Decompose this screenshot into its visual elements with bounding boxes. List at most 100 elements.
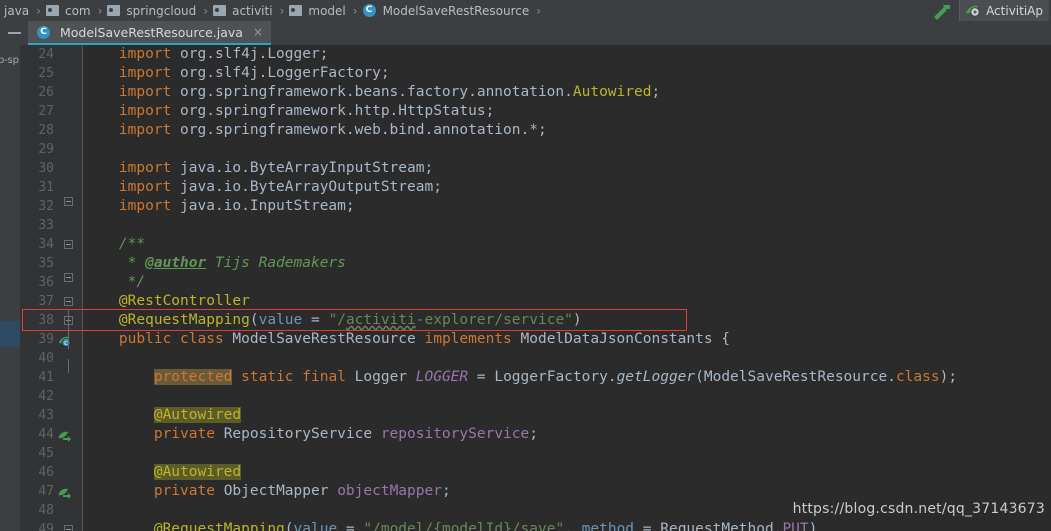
breadcrumb-label: model [308, 3, 346, 18]
folder-icon [107, 5, 121, 16]
fold-toggle-icon[interactable] [64, 297, 73, 306]
code-token: ; [651, 84, 661, 100]
code-token: ; [441, 483, 451, 499]
code-token: Tijs Rademakers [206, 255, 346, 271]
code-token: protected [153, 369, 233, 385]
breadcrumb-item-java[interactable]: java [0, 0, 33, 21]
code-token: import [118, 65, 181, 81]
folder-icon [45, 5, 59, 16]
line-number: 41 [38, 370, 54, 385]
fold-toggle-icon[interactable] [64, 197, 73, 206]
code-token: ) [572, 312, 582, 328]
code-token: = [337, 521, 364, 531]
code-line[interactable]: @RequestMapping(value = "/model/{modelId… [84, 520, 1051, 531]
code-line[interactable]: @RequestMapping(value = "/activiti-explo… [84, 311, 1051, 330]
code-text-area[interactable]: import org.slf4j.Logger; import org.slf4… [84, 45, 1051, 531]
code-line[interactable] [84, 216, 1051, 235]
code-token: ObjectMapper [223, 483, 338, 499]
code-line[interactable] [84, 349, 1051, 368]
code-line[interactable]: import org.slf4j.Logger; [84, 45, 1051, 64]
hammer-icon[interactable] [931, 2, 953, 20]
tab-label: ModelSaveRestResource.java [60, 24, 243, 40]
code-line[interactable] [84, 387, 1051, 406]
code-token: @author [145, 255, 207, 271]
line-number: 47 [38, 484, 54, 499]
code-token: org.springframework.web.bind.annotation.… [180, 122, 547, 138]
tool-window-label[interactable]: p-sp [0, 55, 22, 66]
breadcrumb-separator: › [97, 3, 103, 18]
breadcrumb-separator: › [36, 3, 41, 18]
close-icon[interactable]: × [253, 25, 263, 39]
code-token: org.springframework.http.HttpStatus; [180, 103, 495, 119]
code-line[interactable]: public class ModelSaveRestResource imple… [84, 330, 1051, 349]
code-token: @Autowired [153, 464, 242, 480]
code-line[interactable]: private RepositoryService repositoryServ… [84, 425, 1051, 444]
code-token: = [302, 312, 329, 328]
code-editor[interactable]: 24 25 26 27 28 29 30 31 32 33 34 35 36 37 38 39 C 40 41 42 4… [20, 45, 1051, 531]
code-line[interactable]: import org.slf4j.LoggerFactory; [84, 64, 1051, 83]
fold-toggle-icon[interactable] [64, 273, 73, 282]
class-override-icon[interactable]: C [58, 333, 71, 347]
code-token: value [258, 312, 303, 328]
code-line[interactable] [84, 140, 1051, 159]
code-token: import [118, 122, 181, 138]
code-line[interactable]: import java.io.ByteArrayInputStream; [84, 159, 1051, 178]
tab-modelsaverestresource-java[interactable]: C ModelSaveRestResource.java × [28, 21, 271, 45]
line-number: 49 [38, 522, 54, 531]
code-token: ) [808, 521, 818, 531]
breadcrumb-item-activiti[interactable]: activiti [211, 0, 276, 21]
line-number: 25 [38, 66, 54, 81]
run-configuration-selector[interactable]: ActivitiAp [959, 0, 1049, 21]
line-number: 43 [38, 408, 54, 423]
code-token: java.io.ByteArrayInputStream; [180, 160, 434, 176]
code-line[interactable]: /** [84, 235, 1051, 254]
code-line[interactable]: @Autowired [84, 406, 1051, 425]
breadcrumb-navbar: java › com › springcloud › activiti › mo… [0, 0, 1051, 21]
left-tool-strip: p-sp [0, 45, 20, 531]
code-line[interactable]: import java.io.ByteArrayOutputStream; [84, 178, 1051, 197]
fold-toggle-icon[interactable] [64, 525, 73, 531]
line-number: 39 [38, 332, 54, 347]
code-line[interactable]: * @author Tijs Rademakers [84, 254, 1051, 273]
code-line[interactable]: @RestController [84, 292, 1051, 311]
fold-toggle-icon[interactable] [64, 240, 73, 249]
code-line[interactable] [84, 444, 1051, 463]
breadcrumb-label: ModelSaveRestResource [382, 3, 530, 18]
code-line[interactable]: @Autowired [84, 463, 1051, 482]
minus-icon [7, 32, 21, 34]
code-token: java.io.ByteArrayOutputStream; [180, 179, 442, 195]
code-line[interactable]: protected static final Logger LOGGER = L… [84, 368, 1051, 387]
code-token: ; [529, 426, 538, 442]
code-token: ); [939, 369, 958, 385]
fold-guide-line [68, 359, 69, 373]
breadcrumb-item-springcloud[interactable]: springcloud [105, 0, 200, 21]
line-number: 35 [38, 256, 54, 271]
breadcrumb-item-com[interactable]: com [44, 0, 95, 21]
breadcrumb-item-modelsaverestresource[interactable]: C ModelSaveRestResource [361, 0, 534, 21]
code-line[interactable]: */ [84, 273, 1051, 292]
code-line[interactable]: private ObjectMapper objectMapper; [84, 482, 1051, 501]
code-line[interactable]: import java.io.InputStream; [84, 197, 1051, 216]
bean-injection-icon[interactable] [58, 428, 71, 442]
code-line[interactable]: import org.springframework.http.HttpStat… [84, 102, 1051, 121]
breadcrumb-item-model[interactable]: model [287, 0, 349, 21]
code-token: ModelSaveRestResource [232, 331, 425, 347]
code-token: "/ [328, 312, 346, 328]
editor-gutter[interactable]: 24 25 26 27 28 29 30 31 32 33 34 35 36 37 38 39 C 40 41 42 4… [20, 45, 83, 531]
code-token: java.io.InputStream; [180, 198, 355, 214]
line-number: 34 [38, 237, 54, 252]
code-token: * [84, 255, 146, 271]
code-token: static final [241, 369, 355, 385]
breadcrumb-label: com [64, 3, 91, 18]
code-line[interactable]: import org.springframework.beans.factory… [84, 83, 1051, 102]
code-line[interactable]: import org.springframework.web.bind.anno… [84, 121, 1051, 140]
bean-injection-icon[interactable] [58, 485, 71, 499]
collapse-all-button[interactable] [2, 21, 26, 45]
line-number: 46 [38, 465, 54, 480]
